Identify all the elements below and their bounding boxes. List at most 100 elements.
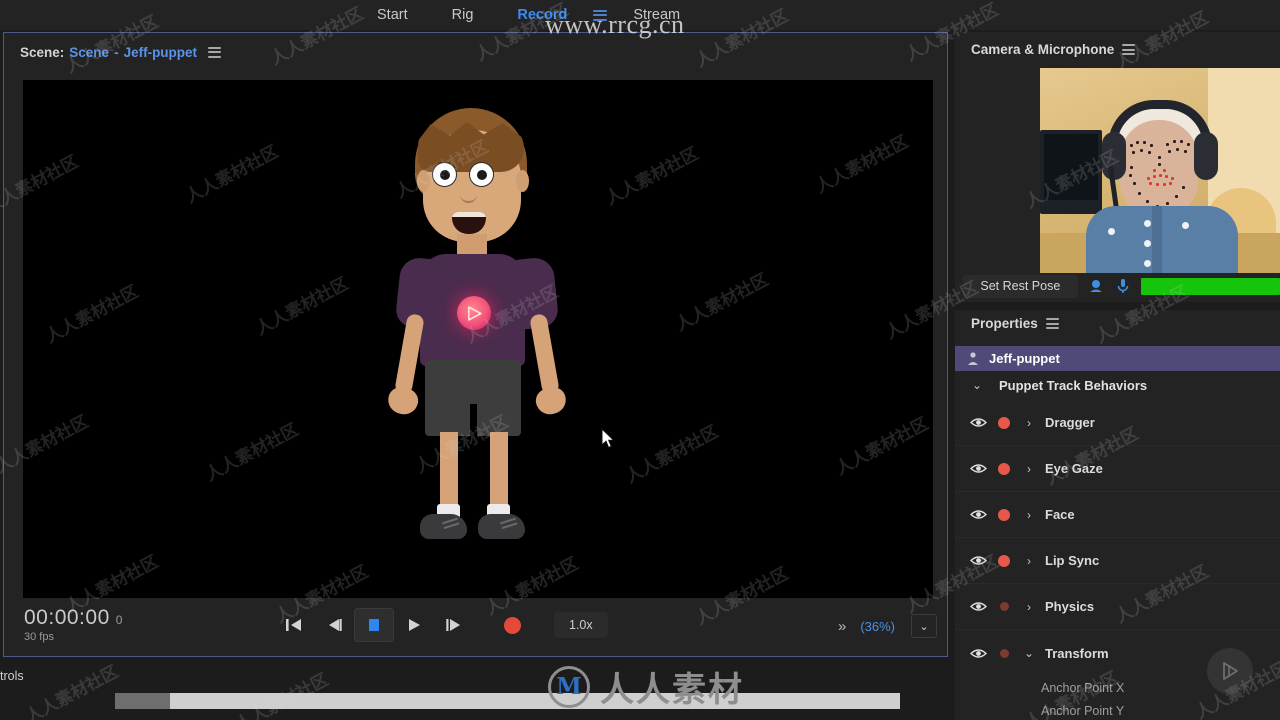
behavior-name: Physics	[1045, 599, 1095, 614]
puppet-eye-left	[432, 162, 457, 187]
scene-puppet-link[interactable]: Jeff-puppet	[124, 45, 198, 60]
application-window: Start Rig Record Stream Scene: Scene - J…	[0, 0, 1280, 720]
timecode-display[interactable]: 00:00:00	[24, 606, 110, 630]
behavior-twisty-icon[interactable]: ›	[1017, 600, 1041, 614]
puppet-eye-right	[469, 162, 494, 187]
behavior-name: Eye Gaze	[1045, 461, 1103, 476]
behavior-row-physics[interactable]: › Physics	[955, 584, 1280, 630]
scene-stage-canvas[interactable]	[23, 80, 933, 598]
puppet-hair-fringe	[418, 122, 524, 172]
scene-panel-hamburger-icon[interactable]	[208, 46, 222, 58]
play-button[interactable]	[394, 608, 434, 642]
camera-microphone-panel: Camera & Microphone	[955, 32, 1280, 302]
framerate-label: 30 fps	[24, 631, 54, 643]
puppet-shoe-right	[478, 514, 525, 539]
tab-rig[interactable]: Rig	[430, 0, 496, 30]
webcam-toggle-icon[interactable]	[1086, 278, 1106, 294]
group-twisty-icon[interactable]: ⌄	[965, 378, 989, 392]
transform-param-anchor-point-y[interactable]: Anchor Point Y	[955, 699, 1280, 720]
record-button[interactable]	[492, 608, 532, 642]
behavior-twisty-icon[interactable]: ›	[1017, 416, 1041, 430]
set-rest-pose-button[interactable]: Set Rest Pose	[963, 274, 1078, 298]
behavior-twisty-icon[interactable]: ⌄	[1017, 646, 1041, 660]
controls-panel-label: trols	[0, 669, 24, 683]
mouse-cursor-icon	[601, 428, 615, 449]
arm-record-toggle[interactable]	[991, 554, 1017, 567]
puppet-shoe-left	[420, 514, 467, 539]
stop-button[interactable]	[354, 608, 394, 642]
arm-record-toggle[interactable]	[991, 462, 1017, 475]
behavior-name: Transform	[1045, 645, 1109, 661]
visibility-eye-icon[interactable]	[965, 509, 991, 520]
behavior-twisty-icon[interactable]: ›	[1017, 508, 1041, 522]
mode-tabs: Start Rig Record Stream	[355, 0, 702, 30]
record-dot-icon	[503, 616, 521, 634]
tab-record[interactable]: Record	[495, 0, 589, 30]
scene-panel: Scene: Scene - Jeff-puppet 00:00:00 0 30…	[3, 32, 948, 657]
scene-name-link[interactable]: Scene	[69, 45, 109, 60]
arm-record-toggle[interactable]	[991, 648, 1017, 658]
rest-pose-row: Set Rest Pose	[955, 274, 1280, 298]
selected-puppet-row[interactable]: Jeff-puppet	[955, 346, 1280, 371]
audio-level-meter	[1141, 277, 1280, 295]
overflow-chevrons-icon[interactable]: »	[838, 618, 846, 635]
arm-record-toggle[interactable]	[991, 416, 1017, 429]
puppet-pupil-left	[440, 170, 450, 180]
zoom-dropdown-caret-icon[interactable]: ⌄	[911, 614, 937, 638]
puppet-track-behaviors-group[interactable]: ⌄ Puppet Track Behaviors	[955, 372, 1280, 398]
behavior-row-lip-sync[interactable]: › Lip Sync	[955, 538, 1280, 584]
step-forward-button[interactable]	[434, 608, 474, 642]
visibility-eye-icon[interactable]	[965, 601, 991, 612]
record-menu-hamburger-icon[interactable]	[593, 9, 608, 21]
visibility-eye-icon[interactable]	[965, 648, 991, 659]
behavior-twisty-icon[interactable]: ›	[1017, 462, 1041, 476]
selected-puppet-name: Jeff-puppet	[989, 351, 1060, 366]
webcam-video-feed	[1040, 68, 1280, 273]
visibility-eye-icon[interactable]	[965, 463, 991, 474]
visibility-eye-icon[interactable]	[965, 417, 991, 428]
puppet-leg-right	[490, 432, 508, 510]
webcam-headphone-cup-right	[1194, 132, 1218, 180]
timeline-scrollbar[interactable]	[115, 693, 900, 709]
camera-panel-header: Camera & Microphone	[955, 32, 1280, 57]
tab-stream[interactable]: Stream	[611, 0, 702, 30]
zoom-level-label[interactable]: (36%)	[860, 619, 895, 634]
param-label: Anchor Point X	[1041, 680, 1125, 695]
behavior-row-eye-gaze[interactable]: › Eye Gaze	[955, 446, 1280, 492]
scene-label: Scene:	[20, 44, 65, 60]
behavior-name: Face	[1045, 507, 1075, 522]
puppet-character-artwork	[368, 108, 588, 578]
watermark-tile: 人人素材社区	[22, 661, 122, 720]
behavior-row-face[interactable]: › Face	[955, 492, 1280, 538]
puppet-arm-right	[529, 313, 560, 395]
visibility-eye-icon[interactable]	[965, 555, 991, 566]
webcam-person	[1086, 100, 1238, 273]
overlay-play-button[interactable]	[1207, 648, 1253, 694]
group-label: Puppet Track Behaviors	[999, 377, 1148, 393]
microphone-toggle-icon[interactable]	[1113, 278, 1133, 294]
frame-number: 0	[115, 613, 123, 627]
step-back-button[interactable]	[314, 608, 354, 642]
arm-record-toggle[interactable]	[991, 508, 1017, 521]
audio-level-fill	[1141, 277, 1280, 295]
timecode-block: 00:00:00 0 30 fps	[24, 606, 122, 643]
camera-panel-hamburger-icon[interactable]	[1122, 44, 1136, 55]
playback-button-group: 1.0x	[274, 608, 608, 642]
scene-separator: -	[114, 44, 119, 60]
puppet-icon	[968, 351, 978, 365]
playback-speed-selector[interactable]: 1.0x	[554, 612, 608, 638]
behavior-name: Dragger	[1045, 415, 1095, 430]
puppet-shorts-gap	[470, 404, 477, 438]
puppet-ear-left	[417, 170, 430, 192]
scene-panel-header: Scene: Scene - Jeff-puppet	[4, 33, 947, 71]
behavior-twisty-icon[interactable]: ›	[1017, 554, 1041, 568]
tab-start[interactable]: Start	[355, 0, 430, 30]
timeline-scrollbar-thumb[interactable]	[115, 693, 170, 709]
behavior-row-dragger[interactable]: › Dragger	[955, 400, 1280, 446]
puppet-hand-right	[533, 384, 569, 418]
puppet-pupil-right	[477, 170, 487, 180]
go-to-start-button[interactable]	[274, 608, 314, 642]
arm-record-toggle[interactable]	[991, 602, 1017, 611]
properties-panel-hamburger-icon[interactable]	[1045, 318, 1059, 329]
puppet-ear-right	[516, 170, 529, 192]
